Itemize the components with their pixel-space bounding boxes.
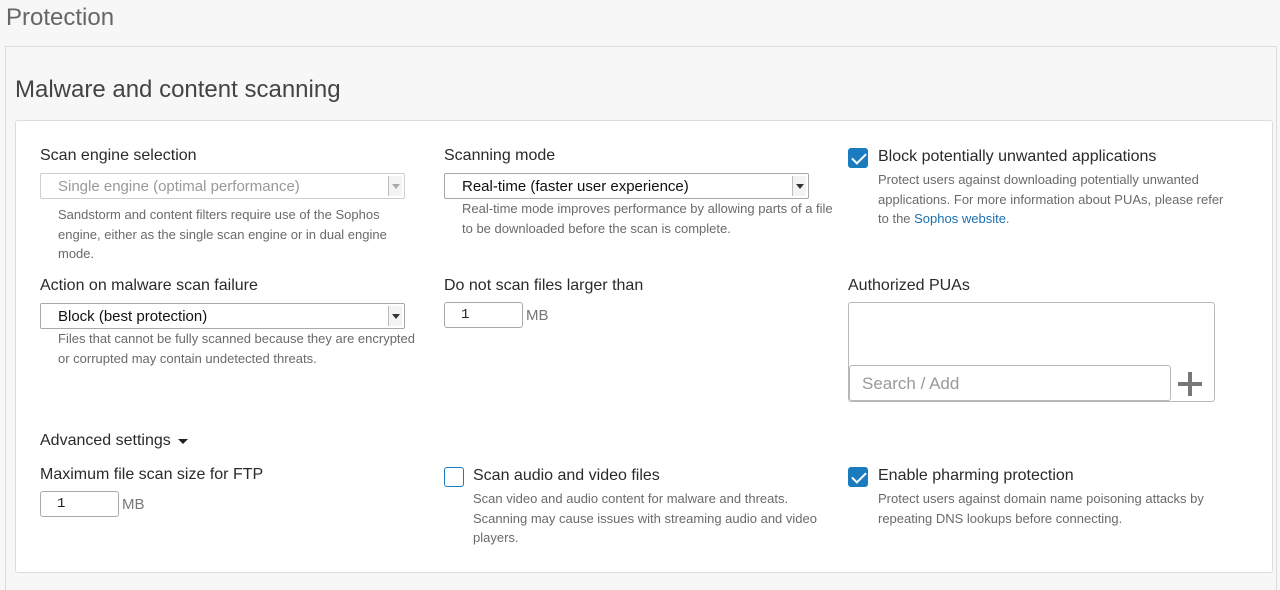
pua-search-input[interactable]: Search / Add [849,365,1171,401]
chevron-down-icon [792,176,806,196]
pharming-help: Protect users against domain name poison… [878,491,1204,526]
section-title: Malware and content scanning [15,76,341,103]
action-failure-value: Block (best protection) [58,308,208,325]
block-pua-checkbox[interactable] [848,148,868,168]
ftp-size-input[interactable]: 1 [40,491,119,517]
sophos-website-link[interactable]: Sophos website [914,211,1006,226]
authorized-puas-label: Authorized PUAs [848,277,970,294]
advanced-settings-toggle[interactable]: Advanced settings [40,432,171,450]
scanning-mode-help: Real-time mode improves performance by a… [462,201,833,236]
chevron-down-icon [388,176,402,196]
block-pua-help-suffix: . [1005,211,1010,226]
pharming-checkbox[interactable] [848,467,868,487]
action-failure-help: Files that cannot be fully scanned becau… [58,331,415,366]
pharming-label: Enable pharming protection [878,467,1074,484]
audio-video-checkbox[interactable] [444,467,464,487]
audio-video-help: Scan video and audio content for malware… [473,491,817,545]
scan-engine-select[interactable]: Single engine (optimal performance) [40,173,405,199]
scanning-mode-value: Real-time (faster user experience) [462,178,689,195]
max-size-unit: MB [526,307,549,324]
add-pua-button[interactable] [1178,372,1202,396]
scan-engine-label: Scan engine selection [40,147,197,164]
max-size-input[interactable]: 1 [444,302,523,328]
scanning-mode-select[interactable]: Real-time (faster user experience) [444,173,809,199]
action-failure-select[interactable]: Block (best protection) [40,303,405,329]
max-size-label: Do not scan files larger than [444,277,644,294]
scan-engine-value: Single engine (optimal performance) [58,178,300,195]
block-pua-help: Protect users against downloading potent… [878,170,1233,229]
chevron-down-icon [388,306,402,326]
ftp-size-unit: MB [122,496,145,513]
audio-video-label: Scan audio and video files [473,467,660,484]
scanning-mode-label: Scanning mode [444,147,556,164]
scan-engine-help: Sandstorm and content filters require us… [58,207,387,261]
ftp-label: Maximum file scan size for FTP [40,466,264,483]
caret-down-icon[interactable] [178,439,188,444]
page-title: Protection [6,4,115,31]
block-pua-label: Block potentially unwanted applications [878,148,1157,165]
action-failure-label: Action on malware scan failure [40,277,258,294]
